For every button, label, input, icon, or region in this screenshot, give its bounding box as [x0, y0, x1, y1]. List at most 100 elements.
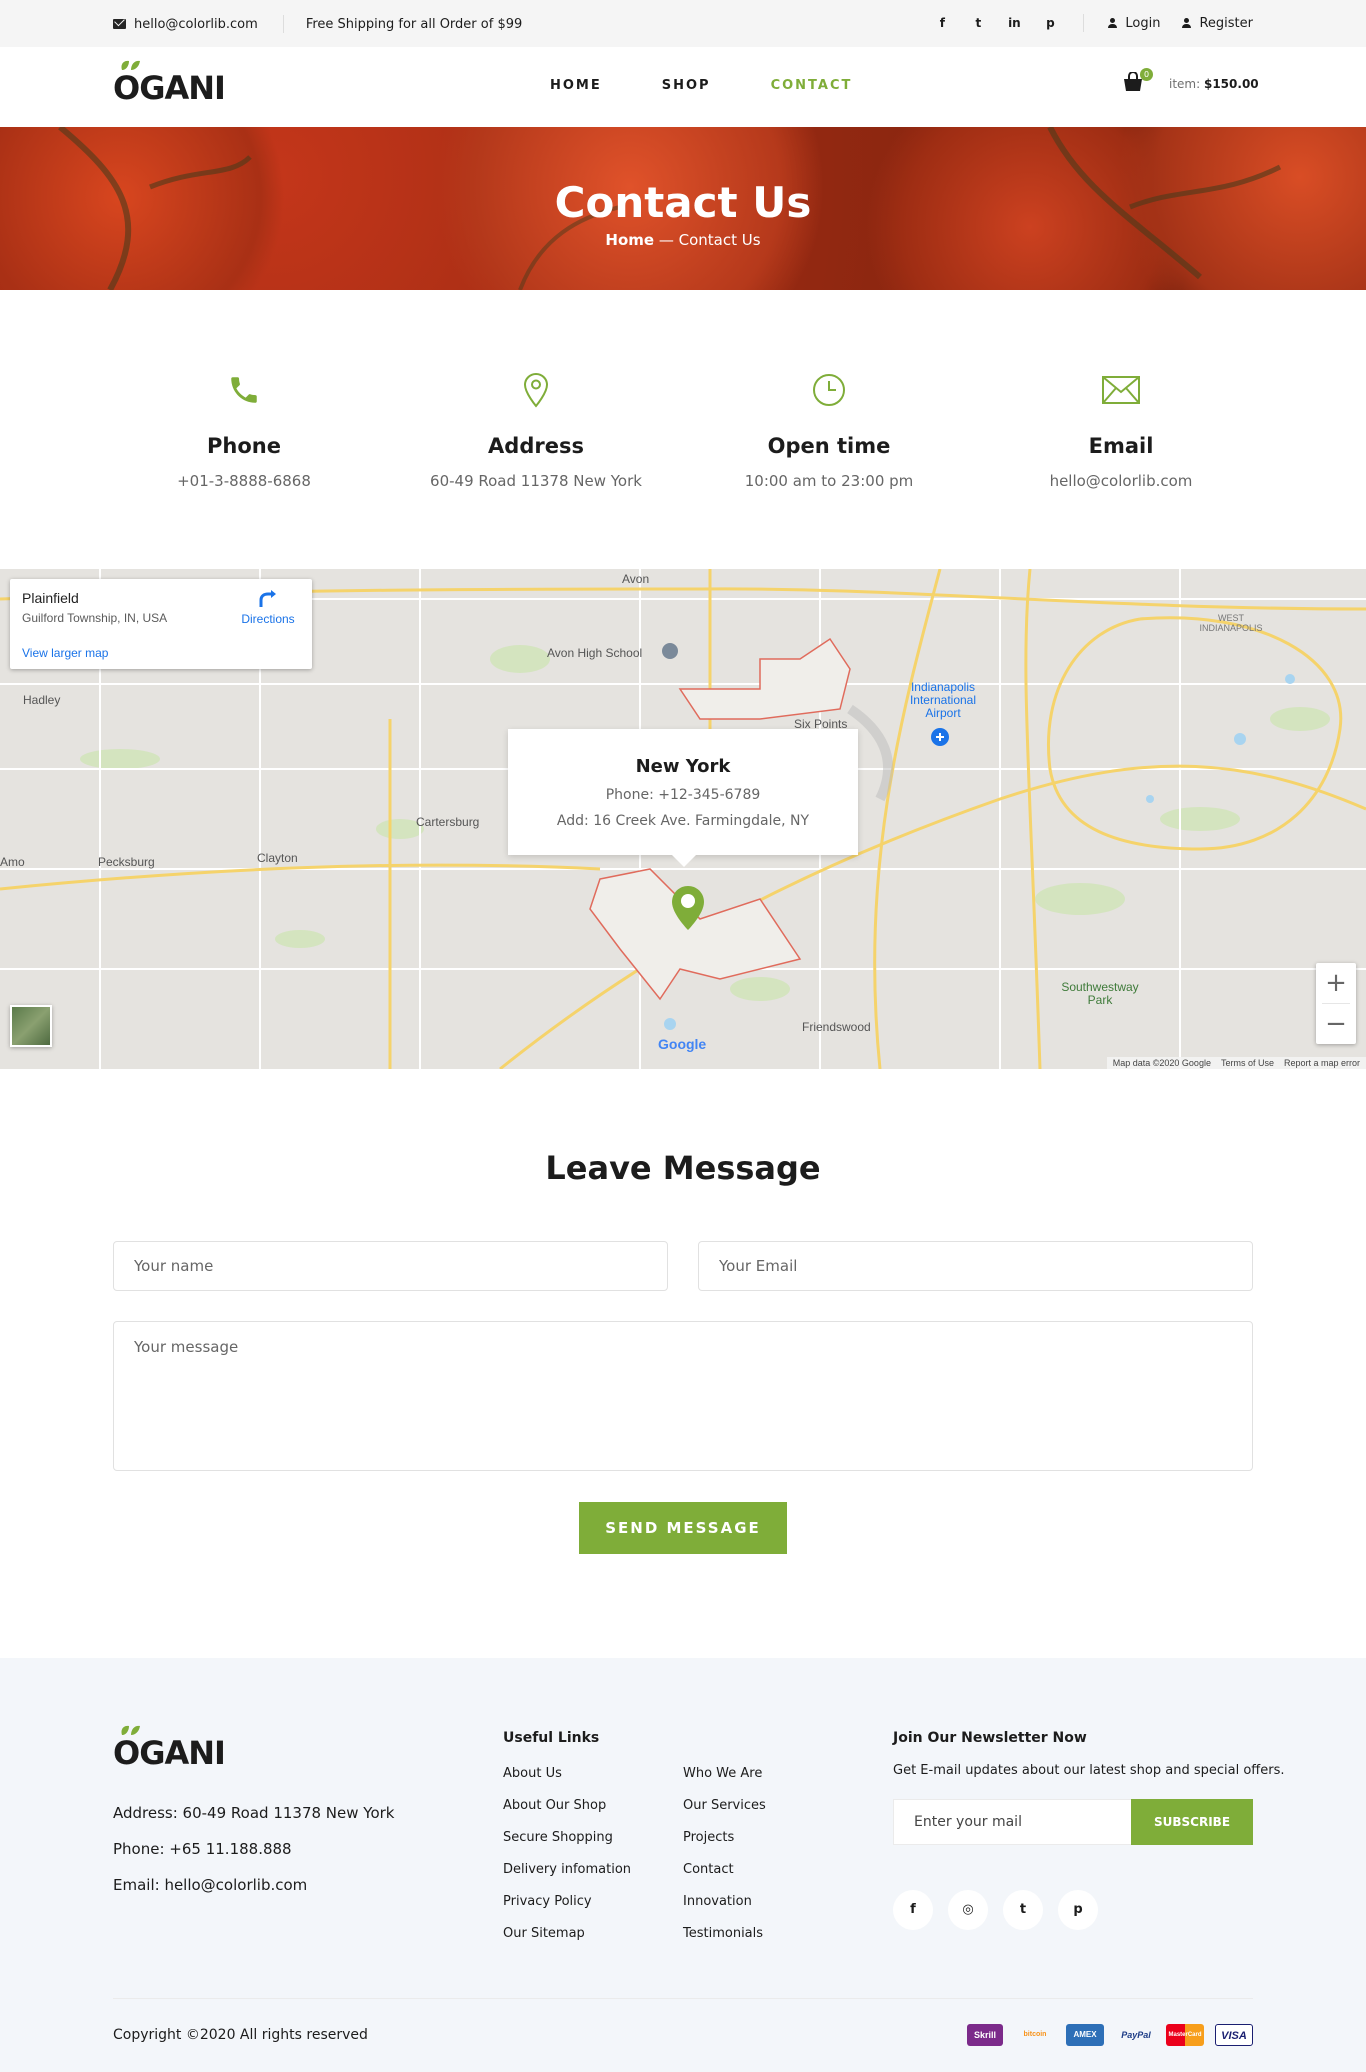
register-link[interactable]: Register: [1182, 16, 1253, 31]
map-place-title: Plainfield: [22, 590, 79, 606]
footer-link-projects[interactable]: Projects: [683, 1830, 734, 1845]
popup-address: Add: 16 Creek Ave. Farmingdale, NY: [556, 813, 810, 829]
main-nav: HOME SHOP CONTACT: [550, 78, 912, 93]
clock-icon: [709, 370, 949, 410]
directions-button[interactable]: Directions: [238, 589, 298, 626]
contact-address-value: 60-49 Road 11378 New York: [430, 472, 642, 490]
newsletter-title: Join Our Newsletter Now: [893, 1730, 1087, 1746]
google-logo: Google: [658, 1036, 707, 1052]
pinterest-icon[interactable]: p: [1041, 16, 1059, 30]
map-place-subtitle: Guilford Township, IN, USA: [22, 611, 168, 625]
map-label-airport: Indianapolis International Airport: [909, 680, 977, 720]
directions-icon: [259, 590, 276, 607]
footer-divider: [113, 1998, 1253, 1999]
hero-banner: Contact Us Home — Contact Us: [0, 127, 1366, 290]
page-title: Contact Us: [554, 178, 812, 227]
map-label-west-indianapolis: WEST INDIANAPOLIS: [1199, 613, 1263, 633]
footer-link-privacy-policy[interactable]: Privacy Policy: [503, 1894, 592, 1909]
footer-logo[interactable]: OGANI: [113, 1725, 226, 1772]
breadcrumb-current: Contact Us: [678, 231, 761, 249]
footer-link-sitemap[interactable]: Our Sitemap: [503, 1926, 585, 1941]
footer-link-about-us[interactable]: About Us: [503, 1766, 562, 1781]
footer-link-contact[interactable]: Contact: [683, 1862, 734, 1877]
useful-links-title: Useful Links: [503, 1730, 600, 1746]
map-marker-icon[interactable]: [670, 884, 706, 932]
zoom-out-button[interactable]: −: [1316, 1004, 1356, 1044]
contact-phone-value: +01-3-8888-6868: [177, 472, 311, 490]
copyright-text: Copyright ©2020 All rights reserved: [113, 2027, 368, 2043]
breadcrumb-home[interactable]: Home: [605, 231, 654, 249]
name-input[interactable]: Your name: [113, 1241, 668, 1291]
visa-logo: VISA: [1215, 2024, 1253, 2046]
directions-label: Directions: [241, 612, 295, 626]
email-input[interactable]: Your Email: [698, 1241, 1253, 1291]
contact-open-time-title: Open time: [767, 434, 891, 458]
login-link[interactable]: Login: [1108, 16, 1160, 31]
topbar-email[interactable]: hello@colorlib.com: [134, 17, 258, 32]
cart-total: item: $150.00: [1169, 77, 1259, 91]
map-info-popup: New York Phone: +12-345-6789 Add: 16 Cre…: [508, 729, 858, 867]
twitter-icon[interactable]: t: [1003, 1890, 1043, 1930]
cart-total-label: item:: [1169, 77, 1201, 91]
footer-link-our-services[interactable]: Our Services: [683, 1798, 766, 1813]
user-icon: [1182, 18, 1192, 28]
message-textarea[interactable]: Your message: [113, 1321, 1253, 1471]
footer-address: Address: 60-49 Road 11378 New York: [113, 1804, 395, 1822]
contact-phone: Phone +01-3-8888-6868: [124, 370, 364, 490]
satellite-toggle[interactable]: [10, 1005, 52, 1047]
login-label: Login: [1125, 15, 1161, 31]
send-message-button[interactable]: SEND MESSAGE: [579, 1502, 787, 1554]
contact-email-title: Email: [1088, 434, 1154, 458]
skrill-logo: Skrill: [967, 2024, 1003, 2046]
map-label-avon: Avon: [622, 572, 650, 586]
top-bar-right: f t in p Login Register: [915, 14, 1253, 32]
footer: OGANI Address: 60-49 Road 11378 New York…: [0, 1658, 1366, 2072]
cart-total-value: $150.00: [1203, 77, 1259, 91]
linkedin-icon[interactable]: in: [1005, 16, 1023, 30]
map-label-friendswood: Friendswood: [802, 1020, 871, 1034]
breadcrumb: Home — Contact Us: [0, 231, 1366, 249]
map-label-pecksburg: Pecksburg: [98, 855, 155, 869]
nav-contact[interactable]: CONTACT: [771, 78, 853, 93]
subscribe-button[interactable]: SUBSCRIBE: [1131, 1799, 1253, 1845]
newsletter-email-input[interactable]: Enter your mail: [893, 1799, 1132, 1845]
footer-link-secure-shopping[interactable]: Secure Shopping: [503, 1830, 613, 1845]
footer-link-who-we-are[interactable]: Who We Are: [683, 1766, 762, 1781]
report-map-error-link[interactable]: Report a map error: [1284, 1057, 1360, 1069]
leave-message-title: Leave Message: [545, 1149, 821, 1187]
amex-logo: AMEX: [1066, 2024, 1104, 2046]
user-icon: [1108, 18, 1118, 28]
map-label-cartersburg: Cartersburg: [416, 815, 480, 829]
instagram-icon[interactable]: ◎: [948, 1890, 988, 1930]
twitter-icon[interactable]: t: [969, 16, 987, 30]
contact-email: Email hello@colorlib.com: [1001, 370, 1241, 490]
view-larger-map-link[interactable]: View larger map: [22, 646, 108, 660]
footer-link-testimonials[interactable]: Testimonials: [683, 1926, 763, 1941]
footer-link-innovation[interactable]: Innovation: [683, 1894, 752, 1909]
newsletter-description: Get E-mail updates about our latest shop…: [893, 1763, 1285, 1778]
pinterest-icon[interactable]: p: [1058, 1890, 1098, 1930]
google-map[interactable]: Avon Avon High School Hadley Indianapoli…: [0, 569, 1366, 1069]
map-zoom-controls: + −: [1316, 963, 1356, 1044]
zoom-in-button[interactable]: +: [1316, 963, 1356, 1003]
nav-home[interactable]: HOME: [550, 78, 602, 93]
register-label: Register: [1199, 15, 1253, 31]
contact-address-title: Address: [488, 434, 584, 458]
footer-link-about-our-shop[interactable]: About Our Shop: [503, 1798, 606, 1813]
paypal-logo: PayPal: [1121, 2030, 1151, 2040]
top-bar: hello@colorlib.com Free Shipping for all…: [0, 0, 1366, 47]
map-label-avon-high-school: Avon High School: [547, 646, 643, 660]
footer-email: Email: hello@colorlib.com: [113, 1876, 308, 1894]
bitcoin-logo: bitcoin: [1023, 2031, 1047, 2038]
nav-shop[interactable]: SHOP: [662, 78, 711, 93]
popup-phone: Phone: +12-345-6789: [605, 787, 761, 803]
top-bar-left: hello@colorlib.com Free Shipping for all…: [113, 15, 522, 33]
footer-logo-text: OGANI: [113, 1734, 226, 1772]
site-logo[interactable]: OGANI: [113, 60, 226, 107]
footer-link-delivery[interactable]: Delivery infomation: [503, 1862, 631, 1877]
footer-phone: Phone: +65 11.188.888: [113, 1840, 292, 1858]
facebook-icon[interactable]: f: [933, 16, 951, 30]
facebook-icon[interactable]: f: [893, 1890, 933, 1930]
terms-of-use-link[interactable]: Terms of Use: [1221, 1057, 1274, 1069]
map-pin-icon: [416, 370, 656, 410]
